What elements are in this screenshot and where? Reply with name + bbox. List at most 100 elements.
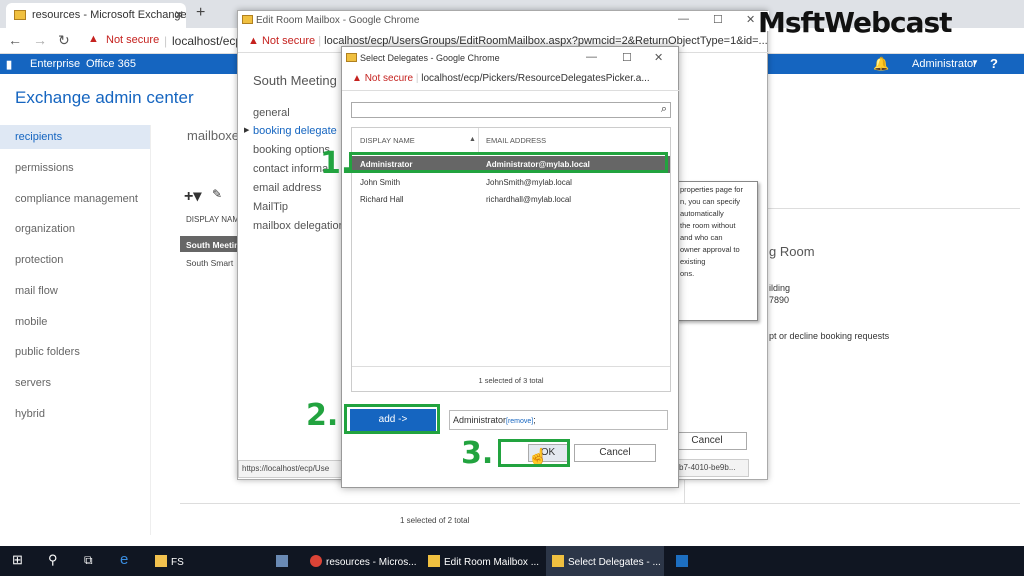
exchange-tab-icon [14, 10, 26, 20]
close-tab-icon[interactable]: ✕ [174, 8, 184, 22]
search-icon[interactable]: ⌕ [661, 103, 667, 116]
folder-icon [155, 555, 167, 567]
mailbox-window-icon [242, 15, 253, 24]
bottom-divider [180, 503, 1020, 504]
close-icon[interactable]: ✕ [746, 13, 755, 26]
delegates-cancel-button[interactable]: Cancel [574, 444, 656, 462]
tooltip-line: properties page for [680, 185, 743, 194]
left-nav-recipients[interactable]: recipients [15, 131, 62, 143]
column-header-display-name[interactable]: DISPLAY NAME [360, 136, 415, 145]
selection-count: 1 selected of 2 total [400, 516, 470, 525]
forward-icon[interactable]: → [33, 32, 47, 48]
row-email: richardhall@mylab.local [486, 195, 572, 204]
grid-selection-count: 1 selected of 3 total [478, 376, 544, 385]
annotation-number-2: 2. [306, 398, 339, 433]
nav-booking-delegates[interactable]: booking delegate [253, 125, 337, 137]
exchange-icon [676, 555, 688, 567]
windows-start-icon[interactable]: ⊞ [12, 546, 23, 576]
tooltip-line: automatically [680, 209, 724, 218]
details-line: ilding [769, 283, 791, 293]
office-icon: ▮ [6, 59, 13, 71]
taskbar-server-manager[interactable] [276, 546, 292, 576]
add-icon[interactable]: +▾ [184, 186, 201, 206]
not-secure-label[interactable]: Not secure [262, 35, 315, 47]
internet-explorer-icon[interactable]: e [120, 546, 128, 576]
list-row[interactable]: South Meetin [186, 240, 239, 250]
back-icon[interactable]: ← [8, 32, 22, 48]
left-nav-mobile[interactable]: mobile [15, 316, 47, 328]
annotation-number-3: 3. [461, 436, 494, 471]
delegates-url[interactable]: localhost/ecp/Pickers/ResourceDelegatesP… [421, 73, 649, 84]
details-line: 7890 [769, 295, 790, 305]
room-name-heading: South Meeting [253, 73, 337, 88]
tab-title: resources - Microsoft Exchange [32, 9, 186, 21]
left-nav-mail-flow[interactable]: mail flow [15, 285, 58, 297]
column-header-email[interactable]: EMAIL ADDRESS [486, 136, 546, 145]
left-nav-public-folders[interactable]: public folders [15, 346, 80, 358]
details-line: pt or decline booking requests [769, 331, 890, 341]
left-nav-servers[interactable]: servers [15, 377, 51, 389]
browser-tab[interactable]: resources - Microsoft Exchange ✕ [6, 3, 186, 28]
help-icon[interactable]: ? [990, 56, 998, 71]
notification-bell-icon[interactable]: 🔔 [873, 56, 889, 72]
taskbar-edit-room[interactable]: Edit Room Mailbox ... [428, 546, 540, 576]
left-nav-compliance[interactable]: compliance management [15, 193, 138, 205]
annotation-number-1: 1. [320, 146, 353, 181]
minimize-icon[interactable]: — [586, 51, 597, 63]
not-secure-label[interactable]: Not secure [365, 73, 413, 84]
table-row[interactable]: John Smith JohnSmith@mylab.local [352, 174, 670, 191]
edit-pencil-icon[interactable]: ✎ [212, 187, 222, 201]
search-input[interactable]: ⌕ [351, 102, 671, 118]
column-divider [478, 128, 479, 152]
list-header-display-name[interactable]: DISPLAY NAM [186, 215, 239, 224]
selected-delegates-field[interactable]: Administrator[remove]; [449, 410, 668, 430]
row-name: John Smith [360, 178, 401, 187]
minimize-icon[interactable]: — [678, 13, 689, 25]
details-title: g Room [769, 244, 815, 259]
maximize-icon[interactable]: ☐ [713, 13, 723, 26]
taskbar-exchange[interactable] [676, 546, 692, 576]
nav-booking-options[interactable]: booking options [253, 144, 330, 156]
annotation-box-2 [344, 404, 440, 434]
remove-link[interactable]: [remove] [506, 418, 533, 425]
new-tab-icon[interactable]: + [196, 4, 205, 22]
taskbar-folder-fs[interactable]: FS [155, 546, 184, 576]
taskbar-label: FS [171, 557, 184, 568]
left-nav-organization[interactable]: organization [15, 223, 75, 235]
status-url-right: b7-4010-be9b... [675, 459, 749, 477]
taskbar-select-delegates[interactable]: Select Delegates - ... [546, 546, 664, 576]
tooltip-line: owner approval to [680, 245, 740, 254]
page-title: Exchange admin center [15, 88, 194, 107]
sort-ascending-icon[interactable]: ▲ [469, 136, 476, 143]
maximize-icon[interactable]: ☐ [622, 51, 632, 64]
left-nav-permissions[interactable]: permissions [15, 162, 74, 174]
brand-watermark: MsftWebcast [758, 6, 953, 39]
not-secure-label[interactable]: Not secure [106, 34, 159, 46]
url-text[interactable]: localhost/ecp/ [172, 34, 245, 48]
nav-contact-information[interactable]: contact informa [253, 163, 328, 175]
taskbar-chrome-resources[interactable]: resources - Micros... [310, 546, 422, 576]
user-chevron-down-icon[interactable]: ▼ [971, 58, 979, 67]
table-row[interactable]: Richard Hall richardhall@mylab.local [352, 191, 670, 208]
left-nav-hybrid[interactable]: hybrid [15, 408, 45, 420]
task-view-icon[interactable]: ⧉ [84, 546, 93, 576]
nav-general[interactable]: general [253, 107, 290, 119]
delegate-separator: ; [533, 415, 536, 425]
selected-delegate: Administrator [453, 415, 507, 425]
enterprise-link[interactable]: Enterprise [30, 58, 80, 70]
nav-mailbox-delegation[interactable]: mailbox delegation [253, 220, 345, 232]
url-divider: | [164, 34, 168, 48]
admin-user-menu[interactable]: Administrator [912, 58, 977, 70]
left-nav-protection[interactable]: protection [15, 254, 63, 266]
nav-email-address[interactable]: email address [253, 182, 321, 194]
office365-link[interactable]: Office 365 [86, 58, 136, 70]
mailboxes-tab[interactable]: mailboxe [187, 128, 239, 143]
list-row[interactable]: South Smart [186, 258, 233, 268]
close-icon[interactable]: ✕ [654, 51, 663, 64]
reload-icon[interactable]: ↻ [58, 32, 70, 49]
warning-icon: ▲ [88, 33, 99, 45]
mailbox-icon [552, 555, 564, 567]
search-icon[interactable]: ⚲ [48, 546, 58, 576]
nav-mailtip[interactable]: MailTip [253, 201, 288, 213]
edit-cancel-button[interactable]: Cancel [667, 432, 747, 450]
